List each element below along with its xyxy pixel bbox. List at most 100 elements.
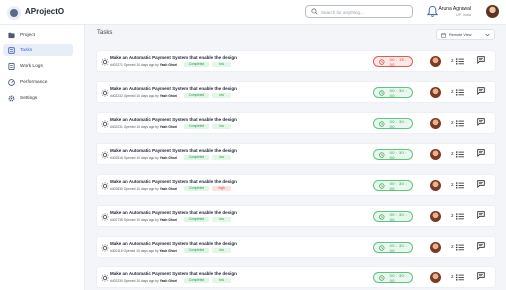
task-row[interactable]: Make an Automatic Payment System that en… bbox=[96, 81, 496, 103]
timer-button[interactable]: 00 : 30 : 00 bbox=[373, 87, 413, 98]
task-row[interactable]: Make an Automatic Payment System that en… bbox=[96, 236, 496, 258]
sun-icon bbox=[101, 89, 109, 97]
task-meta: #402231 Opened 10 days ago by Yash Ghori bbox=[110, 125, 177, 129]
checklist-icon[interactable] bbox=[456, 89, 464, 96]
sidebar-item-project[interactable]: Project bbox=[3, 29, 73, 41]
sidebar-item-label: Tasks bbox=[20, 47, 33, 53]
tasks-icon bbox=[8, 46, 15, 54]
top-header: AProjectO Search for anything... Aruna A… bbox=[0, 0, 506, 25]
subtask-count: 2 bbox=[451, 182, 454, 187]
task-row[interactable]: Make an Automatic Payment System that en… bbox=[96, 112, 496, 134]
status-badge: Completed bbox=[184, 278, 209, 283]
task-id: #402115 bbox=[110, 249, 123, 253]
task-opened: Opened 10 days ago by bbox=[123, 249, 159, 253]
comment-icon[interactable] bbox=[477, 242, 485, 250]
timer-button[interactable]: 00 : 30 : 00 bbox=[373, 180, 413, 191]
subtask-count: 2 bbox=[451, 213, 454, 218]
sidebar-item-label: Performance bbox=[20, 79, 48, 85]
assignee-avatar[interactable] bbox=[430, 272, 441, 283]
sun-icon bbox=[101, 244, 109, 252]
search-box[interactable]: Search for anything... bbox=[305, 5, 413, 18]
assignee-avatar[interactable] bbox=[430, 56, 441, 67]
timer-button[interactable]: 00 : 30 : 00 bbox=[373, 149, 413, 160]
task-meta: #402271 Opened 10 days ago by Yash Ghori bbox=[110, 63, 177, 67]
task-id: #402735 bbox=[110, 218, 123, 222]
chevron-down-icon bbox=[485, 33, 490, 37]
comment-icon[interactable] bbox=[477, 180, 485, 188]
assignee-avatar[interactable] bbox=[430, 180, 441, 191]
subtask-count: 2 bbox=[451, 151, 454, 156]
clock-icon bbox=[379, 244, 385, 251]
task-title[interactable]: Make an Automatic Payment System that en… bbox=[110, 55, 237, 60]
comment-icon[interactable] bbox=[477, 87, 485, 95]
bell-icon[interactable] bbox=[427, 5, 438, 18]
checklist-icon[interactable] bbox=[456, 182, 464, 189]
checklist-icon[interactable] bbox=[456, 213, 464, 220]
timer-button[interactable]: 00 : 15 : 00 bbox=[373, 56, 413, 67]
task-author: Yash Ghori bbox=[159, 63, 178, 67]
search-input[interactable]: Search for anything... bbox=[321, 10, 364, 15]
sun-icon bbox=[101, 182, 109, 190]
comment-icon[interactable] bbox=[477, 118, 485, 126]
task-row[interactable]: Make an Automatic Payment System that en… bbox=[96, 50, 496, 72]
task-opened: Opened 10 days ago by bbox=[123, 218, 159, 222]
comment-icon[interactable] bbox=[477, 211, 485, 219]
priority-badge: low bbox=[212, 62, 231, 67]
comment-icon[interactable] bbox=[477, 149, 485, 157]
checklist-icon[interactable] bbox=[456, 244, 464, 251]
task-id: #402516 bbox=[110, 156, 123, 160]
task-row[interactable]: Make an Automatic Payment System that en… bbox=[96, 205, 496, 227]
task-opened: Opened 10 days ago by bbox=[123, 94, 159, 98]
timer-button[interactable]: 00 : 30 : 00 bbox=[373, 242, 413, 253]
checklist-icon[interactable] bbox=[456, 58, 464, 65]
checklist-icon[interactable] bbox=[456, 274, 464, 281]
timer-value: 00 : 30 : 00 bbox=[389, 87, 407, 98]
timer-button[interactable]: 00 : 30 : 00 bbox=[373, 272, 413, 283]
sidebar-item-settings[interactable]: Settings bbox=[3, 92, 73, 104]
search-icon bbox=[311, 8, 318, 15]
task-id: #402830 bbox=[110, 187, 123, 191]
sidebar-item-tasks[interactable]: Tasks bbox=[3, 44, 73, 56]
user-avatar[interactable] bbox=[486, 5, 499, 18]
app-logo[interactable] bbox=[7, 6, 21, 20]
task-id: #402232 bbox=[110, 94, 123, 98]
app-name: AProjectO bbox=[25, 7, 65, 16]
view-filter-dropdown[interactable]: Remote View bbox=[436, 29, 495, 40]
clock-icon bbox=[379, 151, 385, 158]
task-row[interactable]: Make an Automatic Payment System that en… bbox=[96, 266, 496, 288]
checklist-icon[interactable] bbox=[456, 151, 464, 158]
page-title: Tasks bbox=[97, 30, 113, 36]
timer-button[interactable]: 00 : 30 : 00 bbox=[373, 211, 413, 222]
timer-button[interactable]: 00 : 30 : 00 bbox=[373, 118, 413, 129]
assignee-avatar[interactable] bbox=[430, 149, 441, 160]
subtask-count: 2 bbox=[451, 58, 454, 63]
task-row[interactable]: Make an Automatic Payment System that en… bbox=[96, 174, 496, 196]
comment-icon[interactable] bbox=[477, 272, 485, 280]
task-title[interactable]: Make an Automatic Payment System that en… bbox=[110, 271, 237, 276]
task-title[interactable]: Make an Automatic Payment System that en… bbox=[110, 117, 237, 122]
task-opened: Opened 10 days ago by bbox=[123, 156, 159, 160]
task-author: Yash Ghori bbox=[159, 279, 178, 283]
sidebar-item-performance[interactable]: Performance bbox=[3, 76, 73, 88]
task-title[interactable]: Make an Automatic Payment System that en… bbox=[110, 148, 237, 153]
assignee-avatar[interactable] bbox=[430, 87, 441, 98]
task-author: Yash Ghori bbox=[159, 94, 178, 98]
checklist-icon[interactable] bbox=[456, 120, 464, 127]
task-title[interactable]: Make an Automatic Payment System that en… bbox=[110, 179, 237, 184]
sidebar-item-label: Project bbox=[20, 32, 35, 38]
timer-value: 00 : 30 : 00 bbox=[389, 242, 407, 253]
status-badge: Completed bbox=[184, 217, 209, 222]
task-title[interactable]: Make an Automatic Payment System that en… bbox=[110, 241, 237, 246]
sidebar-item-worklogs[interactable]: Work Logs bbox=[3, 60, 73, 72]
task-title[interactable]: Make an Automatic Payment System that en… bbox=[110, 86, 237, 91]
priority-badge: low bbox=[212, 93, 231, 98]
comment-icon[interactable] bbox=[477, 56, 485, 64]
task-row[interactable]: Make an Automatic Payment System that en… bbox=[96, 143, 496, 165]
task-meta: #402232 Opened 10 days ago by Yash Ghori bbox=[110, 94, 177, 98]
clock-icon bbox=[379, 58, 385, 65]
assignee-avatar[interactable] bbox=[430, 211, 441, 222]
assignee-avatar[interactable] bbox=[430, 118, 441, 129]
priority-badge: high bbox=[212, 186, 231, 191]
assignee-avatar[interactable] bbox=[430, 242, 441, 253]
task-title[interactable]: Make an Automatic Payment System that en… bbox=[110, 210, 237, 215]
